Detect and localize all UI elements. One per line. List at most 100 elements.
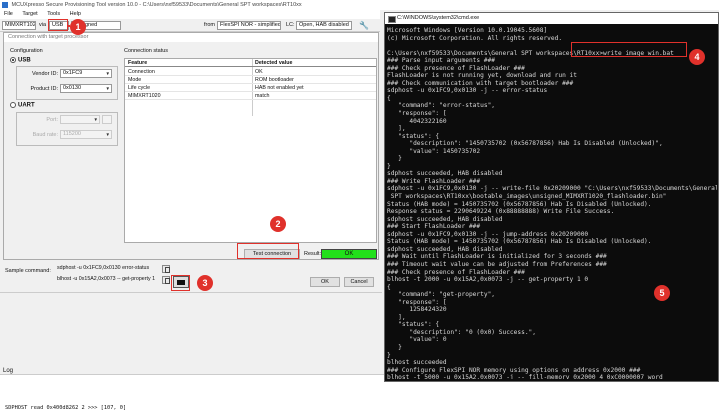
- divider: [0, 292, 382, 293]
- connection-status-label: Connection status: [124, 48, 169, 54]
- cmd-line: Microsoft Windows [Version 10.0.19045.56…: [387, 27, 548, 34]
- cancel-button[interactable]: Cancel: [344, 277, 374, 287]
- via-label: via: [39, 22, 47, 28]
- menu-file[interactable]: File: [0, 11, 17, 17]
- annotation-badge-3: 3: [197, 275, 213, 291]
- cmd-line: "response": [: [387, 298, 447, 306]
- table-row: Mode ROM bootloader: [125, 76, 376, 84]
- cmd-line: Status (HAB mode) = 1450735702 (0x567878…: [387, 200, 652, 208]
- uart-radio[interactable]: UART: [10, 102, 35, 110]
- port-combo[interactable]: ▼: [60, 115, 100, 124]
- highlight-test-connection: [237, 243, 299, 259]
- cmd-output: Microsoft Windows [Version 10.0.19045.56…: [387, 27, 717, 379]
- annotation-badge-2: 2: [270, 216, 286, 232]
- cmd-line: sdphost succeeded, HAB disabled: [387, 245, 503, 253]
- vendor-id-value: 0x1FC9: [63, 70, 83, 76]
- result-status-badge: OK: [321, 249, 377, 259]
- cmd-line: ### Configure FlexSPI NOR memory using o…: [387, 366, 641, 374]
- menu-bar: File Target Tools Help: [0, 10, 380, 19]
- chevron-down-icon: ▼: [105, 71, 110, 76]
- annotation-badge-1: 1: [70, 19, 86, 35]
- vendor-id-combo[interactable]: 0x1FC9 ▼: [60, 69, 112, 78]
- from-label: from: [204, 22, 215, 28]
- port-refresh-button[interactable]: [102, 115, 112, 124]
- highlight-bat-command: [571, 42, 687, 57]
- cmd-line: 1258424320: [387, 306, 447, 314]
- cmd-line: "description": "0 (0x0) Success.",: [387, 328, 537, 336]
- row-feature: Connection: [128, 69, 155, 75]
- usb-radio-dot: [10, 57, 16, 63]
- cmd-line: blhost succeeded: [387, 359, 447, 367]
- row-feature: Life cycle: [128, 85, 151, 91]
- menu-tools[interactable]: Tools: [43, 11, 64, 17]
- connection-dialog: Connection with target processor Configu…: [3, 32, 379, 260]
- usb-radio[interactable]: USB: [10, 57, 31, 65]
- boot-memory-selector[interactable]: FlexSPI NOR - simplified: [217, 21, 281, 30]
- dialog-title: Connection with target processor: [4, 33, 378, 42]
- app-icon: [2, 1, 8, 8]
- ok-button[interactable]: OK: [310, 277, 340, 287]
- uart-label: UART: [18, 102, 35, 109]
- cmd-line: ],: [387, 125, 406, 133]
- row-value: match: [255, 93, 270, 99]
- cmd-line: "response": [: [387, 110, 447, 118]
- cmd-titlebar: C:\WINDOWS\system32\cmd.exe: [385, 13, 718, 24]
- cmd-line: }: [387, 155, 402, 163]
- cmd-line: ### Check presence of FlashLoader ###: [387, 64, 525, 72]
- menu-target[interactable]: Target: [18, 11, 41, 17]
- cmd-line: Response status = 2290649224 (0x88888888…: [387, 208, 615, 216]
- product-id-value: 0x0130: [63, 85, 82, 91]
- cmd-title: C:\WINDOWS\system32\cmd.exe: [397, 15, 480, 21]
- cmd-line: ### Check communication with target boot…: [387, 79, 574, 87]
- cmd-line: }: [387, 351, 391, 359]
- cmd-line: }: [387, 162, 391, 170]
- copy-icon[interactable]: [162, 276, 170, 284]
- cmd-line: }: [387, 343, 402, 351]
- cmd-line: SPT workspaces\RT10xx\bootable_images\un…: [387, 193, 667, 201]
- row-feature: Mode: [128, 77, 142, 83]
- chevron-down-icon: ▼: [105, 86, 110, 91]
- device-selector[interactable]: MIMXRT1020: [2, 21, 36, 30]
- annotation-badge-5: 5: [654, 285, 670, 301]
- sample-command-label: Sample command:: [5, 268, 51, 274]
- row-value: OK: [255, 69, 263, 75]
- header-feature: Feature: [128, 60, 148, 66]
- row-value: HAB not enabled yet: [255, 85, 304, 91]
- log-line: SDPHOST read 0x400d8262 2 >>> [107, 0]: [5, 405, 127, 411]
- cmd-line: 4042322160: [387, 117, 447, 125]
- cmd-line: ### Write FlashLoader ###: [387, 177, 481, 185]
- lifecycle-selector[interactable]: Open, HAB disabled: [296, 21, 352, 30]
- chevron-down-icon: ▼: [93, 117, 98, 122]
- cmd-line: Status (HAB mode) = 1450735702 (0x567878…: [387, 238, 652, 246]
- cmd-line: ### Start FlashLoader ###: [387, 223, 481, 231]
- connection-status-table: Feature Detected value Connection OK Mod…: [124, 58, 377, 243]
- cmd-line: "command": "error-status",: [387, 102, 496, 110]
- usb-label: USB: [18, 57, 31, 64]
- cmd-line: ### Wait until FlashLoader is initialize…: [387, 253, 607, 261]
- port-label: Port:: [46, 117, 58, 123]
- chevron-down-icon: ▼: [105, 132, 110, 137]
- cmd-line: blhost -t 5000 -u 0x15A2,0x0073 -j -- fi…: [387, 374, 663, 379]
- baud-rate-value: 115200: [63, 131, 81, 137]
- copy-icon[interactable]: [162, 265, 170, 273]
- baud-rate-combo[interactable]: 115200 ▼: [60, 130, 112, 139]
- wrench-icon[interactable]: 🔧: [359, 21, 369, 30]
- cmd-line: sdphost succeeded, HAB disabled: [387, 170, 503, 178]
- menu-help[interactable]: Help: [66, 11, 85, 17]
- cmd-line: "status": {: [387, 321, 440, 329]
- cmd-line: sdphost -u 0x1FC9,0x0130 -j -- error-sta…: [387, 87, 548, 95]
- cmd-line: "description": "1450735702 (0x56787856) …: [387, 140, 663, 148]
- annotation-badge-4: 4: [689, 49, 705, 65]
- product-id-combo[interactable]: 0x0130 ▼: [60, 84, 112, 93]
- cmd-line: FlashLoader is not running yet, download…: [387, 72, 577, 80]
- cmd-line: ],: [387, 313, 406, 321]
- header-detected-value: Detected value: [255, 60, 293, 66]
- sample-command-blhost: blhost -u 0x15A2,0x0073 -- get-property …: [57, 276, 156, 282]
- row-feature: MIMXRT1020: [128, 93, 161, 99]
- cmd-line: ### Parse input arguments ###: [387, 57, 496, 65]
- sample-command-sdphost: sdphost -u 0x1FC9,0x0130 error-status: [57, 265, 150, 271]
- table-row: Life cycle HAB not enabled yet: [125, 84, 376, 92]
- cmd-line: ### Timeout wait value can be adjusted f…: [387, 260, 607, 268]
- cmd-line: "value": 0: [387, 336, 447, 344]
- table-header: Feature Detected value: [125, 59, 376, 67]
